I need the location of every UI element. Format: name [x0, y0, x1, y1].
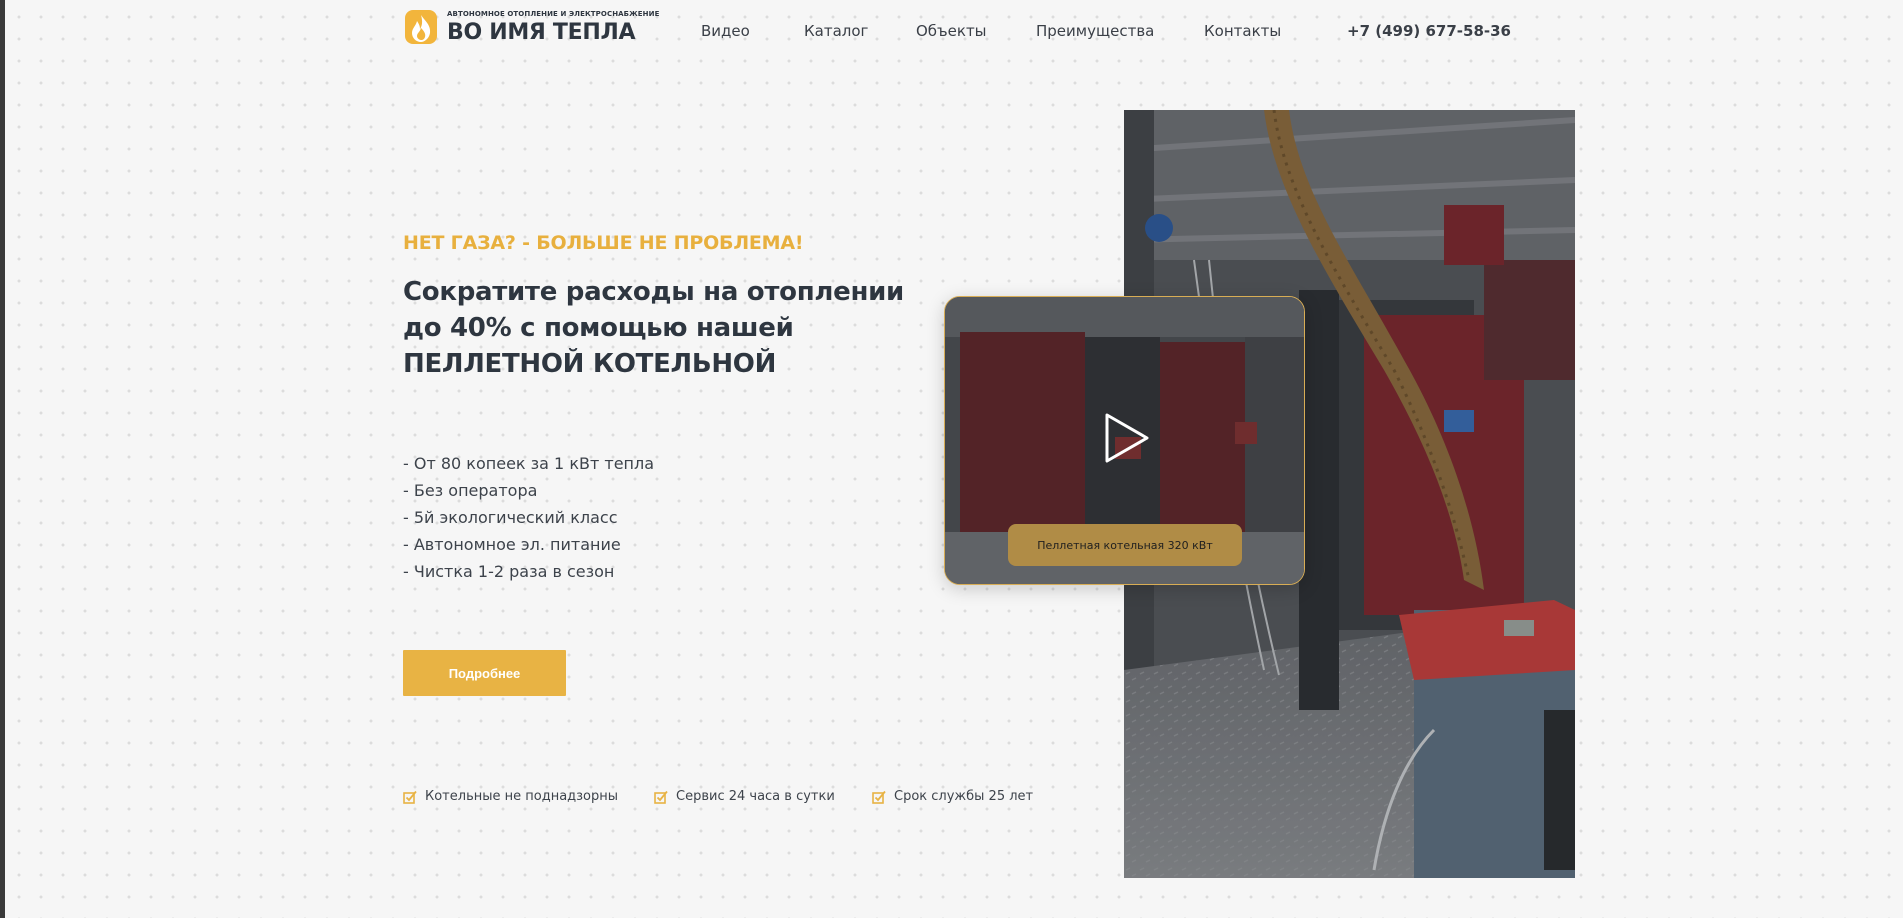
badge-item: Срок службы 25 лет: [872, 789, 1033, 804]
video-caption: Пеллетная котельная 320 кВт: [1008, 524, 1242, 566]
badge-text: Котельные не поднадзорны: [425, 789, 619, 804]
headline-line: ПЕЛЛЕТНОЙ КОТЕЛЬНОЙ: [403, 349, 777, 379]
headline-line: Сократите расходы на отоплении: [403, 277, 904, 307]
badge-text: Сервис 24 часа в сутки: [676, 789, 835, 804]
play-icon[interactable]: [1104, 412, 1150, 464]
flame-icon: [405, 10, 437, 44]
logo[interactable]: АВТОНОМНОЕ ОТОПЛЕНИЕ И ЭЛЕКТРОСНАБЖЕНИЕ …: [403, 7, 659, 47]
checkbox-check-icon: [403, 790, 417, 804]
headline-line: до 40% с помощью нашей: [403, 313, 794, 343]
nav-item-advantages[interactable]: Преимущества: [1036, 22, 1154, 40]
feature-item: - Чистка 1-2 раза в сезон: [403, 562, 615, 581]
feature-item: - От 80 копеек за 1 кВт тепла: [403, 454, 655, 473]
video-card[interactable]: Пеллетная котельная 320 кВт: [944, 296, 1305, 585]
more-button[interactable]: Подробнее: [403, 650, 566, 696]
nav-item-video[interactable]: Видео: [701, 22, 750, 40]
hero-eyebrow: НЕТ ГАЗА? - БОЛЬШЕ НЕ ПРОБЛЕМА!: [403, 232, 804, 254]
hero-headline: Сократите расходы на отоплении до 40% с …: [403, 274, 904, 382]
feature-list: - От 80 копеек за 1 кВт тепла - Без опер…: [403, 450, 654, 585]
phone-link[interactable]: +7 (499) 677-58-36: [1347, 22, 1511, 40]
badge-item: Котельные не поднадзорны: [403, 789, 618, 804]
badge-text: Срок службы 25 лет: [894, 789, 1034, 804]
feature-item: - 5й экологический класс: [403, 508, 618, 527]
feature-item: - Без оператора: [403, 481, 538, 500]
window-edge: [0, 0, 5, 918]
logo-name: ВО ИМЯ ТЕПЛА: [447, 19, 636, 45]
checkbox-check-icon: [872, 790, 886, 804]
nav-item-contacts[interactable]: Контакты: [1204, 22, 1281, 40]
logo-tagline: АВТОНОМНОЕ ОТОПЛЕНИЕ И ЭЛЕКТРОСНАБЖЕНИЕ: [447, 9, 660, 18]
nav-item-catalog[interactable]: Каталог: [804, 22, 868, 40]
feature-item: - Автономное эл. питание: [403, 535, 621, 554]
badge-item: Сервис 24 часа в сутки: [654, 789, 835, 804]
checkbox-check-icon: [654, 790, 668, 804]
nav-item-objects[interactable]: Объекты: [916, 22, 987, 40]
